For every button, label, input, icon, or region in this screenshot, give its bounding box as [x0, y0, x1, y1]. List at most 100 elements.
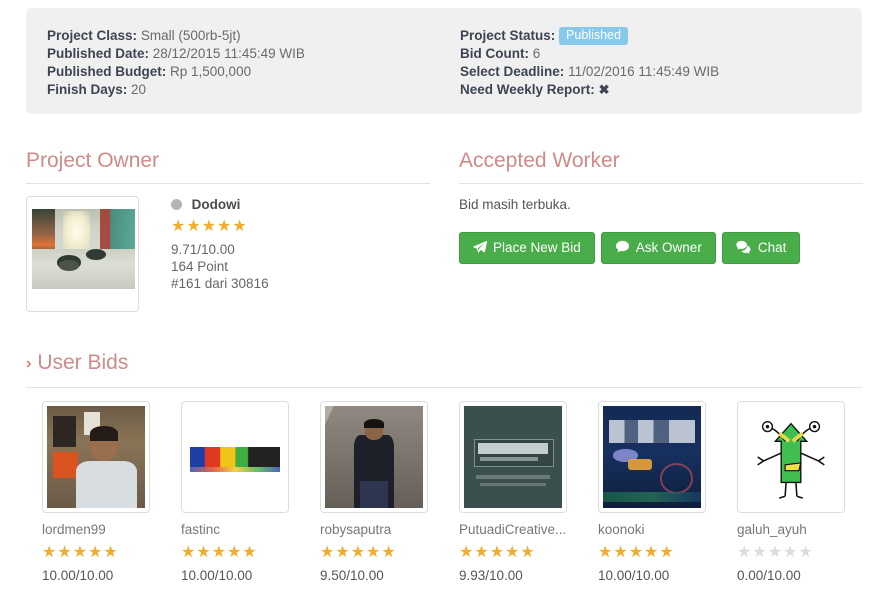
- star-filled-icon: ★: [57, 542, 72, 561]
- published-budget-value: Rp 1,500,000: [170, 64, 252, 79]
- owner-name[interactable]: Dodowi: [192, 197, 241, 212]
- paper-plane-icon: [473, 240, 487, 254]
- bid-card: fastinc ★★★★★ 10.00/10.00: [165, 401, 304, 584]
- chat-button[interactable]: Chat: [721, 232, 801, 264]
- owner-points: 164 Point: [171, 259, 229, 274]
- bid-rating-stars: ★★★★★: [42, 544, 161, 565]
- bid-avatar-frame[interactable]: [598, 401, 706, 513]
- bid-username[interactable]: galuh_ayuh: [737, 521, 856, 539]
- select-deadline-value: 11/02/2016 11:45:49 WIB: [568, 64, 720, 79]
- star-filled-icon: ★: [181, 542, 196, 561]
- bid-rating-value: 9.50/10.00: [320, 568, 384, 583]
- bid-avatar-image: [742, 406, 840, 508]
- project-owner-section: Project Owner Dodowi ★★★★★ 9.71/10.00 16…: [26, 148, 430, 336]
- project-class-value: Small (500rb-5jt): [140, 28, 241, 43]
- bid-avatar-image: [603, 406, 701, 508]
- worker-action-buttons: Place New Bid Ask Owner Chat: [459, 232, 863, 264]
- bid-username[interactable]: PutuadiCreative...: [459, 521, 578, 539]
- star-filled-icon: ★: [335, 542, 350, 561]
- star-filled-icon: ★: [196, 542, 211, 561]
- need-weekly-report-row: Need Weekly Report: ✖: [460, 81, 719, 99]
- bid-rating-stars: ★★★★★: [459, 544, 578, 565]
- star-filled-icon: ★: [520, 542, 535, 561]
- accepted-worker-section: Accepted Worker Bid masih terbuka. Place…: [459, 148, 863, 264]
- bid-avatar-image: [325, 406, 423, 508]
- bid-username[interactable]: lordmen99: [42, 521, 161, 539]
- published-date-row: Published Date: 28/12/2015 11:45:49 WIB: [47, 45, 305, 63]
- bid-avatar-frame[interactable]: [320, 401, 428, 513]
- published-budget-row: Published Budget: Rp 1,500,000: [47, 63, 305, 81]
- owner-name-row: Dodowi: [171, 196, 269, 214]
- project-owner-divider: [26, 183, 430, 184]
- finish-days-row: Finish Days: 20: [47, 81, 305, 99]
- star-filled-icon: ★: [489, 542, 505, 561]
- bid-avatar-image: [464, 406, 562, 508]
- bid-rating-value: 10.00/10.00: [598, 568, 670, 583]
- star-filled-icon: ★: [42, 542, 57, 561]
- published-date-value: 28/12/2015 11:45:49 WIB: [152, 46, 305, 61]
- owner-avatar-image: [32, 209, 135, 289]
- bid-avatar-frame[interactable]: [181, 401, 289, 513]
- owner-rating-value: 9.71/10.00: [171, 242, 235, 257]
- star-filled-icon: ★: [201, 216, 217, 235]
- accepted-worker-body: Bid masih terbuka. Place New Bid Ask Own…: [459, 196, 863, 264]
- bid-open-note: Bid masih terbuka.: [459, 197, 571, 212]
- bid-avatar-image: [186, 406, 284, 508]
- finish-days-label: Finish Days:: [47, 82, 128, 97]
- bid-avatar-image: [47, 406, 145, 508]
- star-filled-icon: ★: [350, 542, 366, 561]
- bid-username[interactable]: robysaputra: [320, 521, 439, 539]
- star-filled-icon: ★: [628, 542, 644, 561]
- bid-avatar-frame[interactable]: [459, 401, 567, 513]
- place-new-bid-label: Place New Bid: [493, 240, 581, 255]
- star-filled-icon: ★: [232, 216, 247, 235]
- project-class-row: Project Class: Small (500rb-5jt): [47, 27, 305, 45]
- accepted-worker-title: Accepted Worker: [459, 149, 620, 172]
- owner-avatar-frame[interactable]: [26, 196, 139, 312]
- bid-rating-stars: ★★★★★: [181, 544, 300, 565]
- bid-card: lordmen99 ★★★★★ 10.00/10.00: [26, 401, 165, 584]
- comment-icon: [615, 240, 630, 254]
- project-info-right-column: Project Status: Published Bid Count: 6 S…: [460, 27, 719, 99]
- bid-card: koonoki ★★★★★ 10.00/10.00: [582, 401, 721, 584]
- bid-username[interactable]: fastinc: [181, 521, 300, 539]
- star-empty-icon: ★: [752, 542, 767, 561]
- offline-status-icon: [171, 199, 182, 210]
- star-filled-icon: ★: [659, 542, 674, 561]
- times-icon: ✖: [598, 82, 610, 97]
- star-filled-icon: ★: [505, 542, 520, 561]
- select-deadline-label: Select Deadline:: [460, 64, 565, 79]
- published-budget-label: Published Budget:: [47, 64, 167, 79]
- bid-rating-stars: ★★★★★: [320, 544, 439, 565]
- chat-label: Chat: [757, 240, 787, 255]
- user-bids-list: lordmen99 ★★★★★ 10.00/10.00 fastinc ★★★★★ 10.…: [26, 401, 862, 584]
- project-status-label: Project Status:: [460, 28, 556, 43]
- ask-owner-button[interactable]: Ask Owner: [600, 232, 716, 264]
- project-class-label: Project Class:: [47, 28, 138, 43]
- bid-card: PutuadiCreative... ★★★★★ 9.93/10.00: [443, 401, 582, 584]
- bid-rating-value: 10.00/10.00: [181, 568, 253, 583]
- bid-avatar-frame[interactable]: [42, 401, 150, 513]
- status-badge: Published: [559, 27, 628, 45]
- accepted-worker-divider: [459, 183, 863, 184]
- bid-card: galuh_ayuh ★★★★★ 0.00/10.00: [721, 401, 860, 584]
- project-info-left-column: Project Class: Small (500rb-5jt) Publish…: [47, 27, 305, 99]
- comments-icon: [736, 240, 752, 254]
- bid-count-value: 6: [532, 46, 541, 61]
- published-date-label: Published Date:: [47, 46, 150, 61]
- place-new-bid-button[interactable]: Place New Bid: [459, 232, 595, 264]
- chevron-right-icon: ›: [26, 355, 32, 372]
- star-empty-icon: ★: [798, 542, 813, 561]
- project-owner-title: Project Owner: [26, 149, 160, 172]
- star-filled-icon: ★: [88, 542, 103, 561]
- bid-username[interactable]: koonoki: [598, 521, 717, 539]
- star-filled-icon: ★: [186, 216, 201, 235]
- bid-avatar-frame[interactable]: [737, 401, 845, 513]
- star-filled-icon: ★: [598, 542, 613, 561]
- bid-rating-value: 9.93/10.00: [459, 568, 523, 583]
- user-bids-title[interactable]: › User Bids: [26, 350, 862, 387]
- star-filled-icon: ★: [103, 542, 118, 561]
- star-filled-icon: ★: [474, 542, 489, 561]
- user-bids-divider: [26, 387, 862, 388]
- need-weekly-report-label: Need Weekly Report:: [460, 82, 595, 97]
